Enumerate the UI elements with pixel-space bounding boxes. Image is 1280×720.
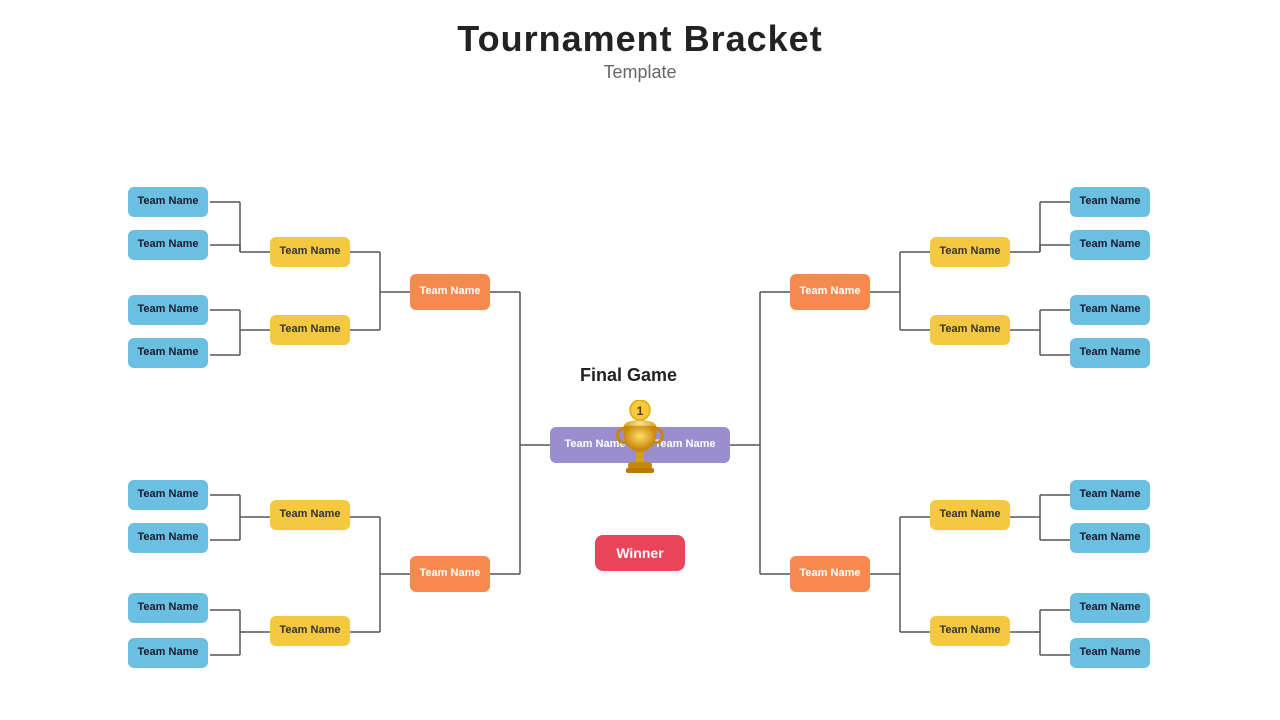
- team-r2-4[interactable]: Team Name: [930, 616, 1010, 646]
- team-r1-5[interactable]: Team Name: [1070, 480, 1150, 510]
- team-l2-3[interactable]: Team Name: [270, 500, 350, 530]
- team-l1-7[interactable]: Team Name: [128, 593, 208, 623]
- team-r2-2[interactable]: Team Name: [930, 315, 1010, 345]
- team-l1-6[interactable]: Team Name: [128, 523, 208, 553]
- trophy-icon: 1: [606, 400, 674, 480]
- final-game-label: Final Game: [580, 365, 677, 386]
- team-l1-2[interactable]: Team Name: [128, 230, 208, 260]
- team-l1-1[interactable]: Team Name: [128, 187, 208, 217]
- team-l2-2[interactable]: Team Name: [270, 315, 350, 345]
- team-r1-3[interactable]: Team Name: [1070, 295, 1150, 325]
- team-r2-1[interactable]: Team Name: [930, 237, 1010, 267]
- team-r1-2[interactable]: Team Name: [1070, 230, 1150, 260]
- team-l1-4[interactable]: Team Name: [128, 338, 208, 368]
- bracket-area: Team Name Team Name Team Name Team Name …: [0, 80, 1280, 700]
- team-l1-8[interactable]: Team Name: [128, 638, 208, 668]
- team-l2-1[interactable]: Team Name: [270, 237, 350, 267]
- team-r1-7[interactable]: Team Name: [1070, 593, 1150, 623]
- svg-text:1: 1: [637, 404, 644, 418]
- team-l3-1[interactable]: Team Name: [410, 274, 490, 310]
- team-r3-1[interactable]: Team Name: [790, 274, 870, 310]
- page: Tournament Bracket Template: [0, 0, 1280, 720]
- team-l1-3[interactable]: Team Name: [128, 295, 208, 325]
- winner-label[interactable]: Winner: [595, 535, 685, 571]
- team-l2-4[interactable]: Team Name: [270, 616, 350, 646]
- team-r1-4[interactable]: Team Name: [1070, 338, 1150, 368]
- team-r1-6[interactable]: Team Name: [1070, 523, 1150, 553]
- team-r1-8[interactable]: Team Name: [1070, 638, 1150, 668]
- page-title: Tournament Bracket: [0, 0, 1280, 60]
- team-r3-2[interactable]: Team Name: [790, 556, 870, 592]
- team-l3-2[interactable]: Team Name: [410, 556, 490, 592]
- team-r1-1[interactable]: Team Name: [1070, 187, 1150, 217]
- team-r2-3[interactable]: Team Name: [930, 500, 1010, 530]
- team-l1-5[interactable]: Team Name: [128, 480, 208, 510]
